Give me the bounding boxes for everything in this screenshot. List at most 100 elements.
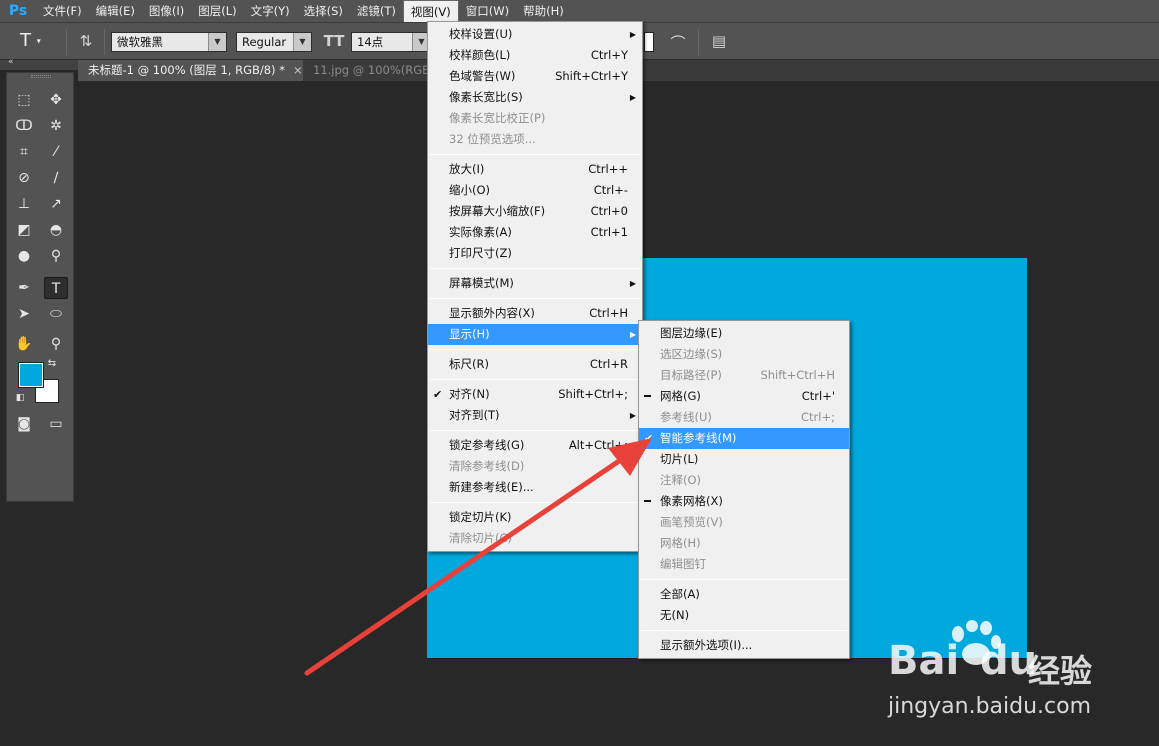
view-menu-item-label: 锁定切片(K) — [449, 510, 512, 524]
chevron-down-icon: ▼ — [208, 33, 226, 51]
move-tool-icon[interactable]: ✥ — [44, 89, 68, 111]
view-menu-item[interactable]: 显示(H) ▶ — [428, 324, 642, 345]
close-icon[interactable]: × — [293, 63, 303, 77]
swap-colors-icon[interactable]: ⇆ — [45, 357, 59, 371]
tab-11-jpg[interactable]: 11.jpg @ 100%(RGB/ — [303, 60, 444, 81]
menu-separator — [430, 502, 640, 503]
show-submenu-item-label: 网格(G) — [660, 389, 701, 403]
menu-filter[interactable]: 滤镜(T) — [350, 0, 403, 22]
show-submenu-item-label: 编辑图钉 — [660, 557, 706, 571]
menu-select[interactable]: 选择(S) — [297, 0, 350, 22]
hand-tool-icon[interactable]: ✋ — [12, 333, 36, 355]
view-menu-item[interactable]: 校样颜色(L) Ctrl+Y — [428, 45, 642, 66]
view-menu-item-shortcut: Ctrl+R — [589, 357, 628, 371]
show-submenu-item[interactable]: 全部(A) — [639, 584, 849, 605]
view-menu-item-label: 对齐(N) — [449, 387, 490, 401]
options-divider — [698, 29, 699, 55]
brush-tool-icon[interactable]: ∕ — [44, 167, 68, 189]
path-selection-tool-icon[interactable]: ➤ — [12, 303, 36, 325]
tools-panel-header[interactable]: « — [0, 57, 78, 70]
default-colors-icon[interactable]: ◧ — [13, 391, 27, 405]
collapse-icon[interactable]: « — [8, 57, 14, 67]
show-submenu-item[interactable]: 像素网格(X) — [639, 491, 849, 512]
healing-brush-tool-icon[interactable]: ⊘ — [12, 167, 36, 189]
view-menu-item[interactable]: 锁定切片(K) — [428, 507, 642, 528]
warp-text-icon[interactable]: ⌒ — [668, 32, 688, 52]
type-tool-icon[interactable]: T ▾ — [20, 30, 60, 51]
eyedropper-tool-icon[interactable]: ⁄ — [44, 141, 68, 163]
font-style-select[interactable]: Regular ▼ — [236, 32, 312, 52]
zoom-tool-icon[interactable]: ⚲ — [44, 333, 68, 355]
crop-tool-icon[interactable]: ⌗ — [12, 141, 36, 163]
view-menu-item-shortcut: Ctrl+H — [589, 306, 628, 320]
text-color-swatch[interactable] — [644, 32, 654, 52]
view-menu-item[interactable]: 实际像素(A) Ctrl+1 — [428, 222, 642, 243]
view-menu-item-label: 像素长宽比(S) — [449, 90, 523, 104]
view-menu-item[interactable]: 放大(I) Ctrl++ — [428, 159, 642, 180]
blur-tool-icon[interactable]: ● — [12, 245, 36, 267]
foreground-color-swatch[interactable] — [18, 362, 44, 388]
font-size-select[interactable]: 14点 ▼ — [351, 32, 431, 52]
view-menu-item[interactable]: 标尺(R) Ctrl+R — [428, 354, 642, 375]
view-menu-item[interactable]: 新建参考线(E)... — [428, 477, 642, 498]
show-submenu-item-shortcut: Ctrl+; — [801, 410, 835, 424]
view-menu-item-label: 缩小(O) — [449, 183, 491, 197]
view-menu-item[interactable]: 校样设置(U) ▶ — [428, 24, 642, 45]
lasso-tool-icon[interactable]: ↀ — [12, 115, 36, 137]
type-tool-icon[interactable]: T — [44, 277, 68, 299]
view-menu-item[interactable]: 像素长宽比(S) ▶ — [428, 87, 642, 108]
menu-view[interactable]: 视图(V) — [402, 0, 459, 22]
view-menu-item-label: 像素长宽比校正(P) — [449, 111, 546, 125]
view-menu-item[interactable]: 显示额外内容(X) Ctrl+H — [428, 303, 642, 324]
text-orientation-icon[interactable]: ⇅ — [76, 32, 96, 52]
view-menu-item[interactable]: 打印尺寸(Z) — [428, 243, 642, 264]
show-submenu-item[interactable]: 切片(L) — [639, 449, 849, 470]
character-panel-icon[interactable]: ▤ — [708, 32, 730, 52]
panel-grip[interactable] — [31, 75, 51, 78]
menu-image[interactable]: 图像(I) — [142, 0, 191, 22]
show-submenu-item: 网格(H) — [639, 533, 849, 554]
show-submenu-item-label: 智能参考线(M) — [660, 431, 737, 445]
view-menu-item[interactable]: 色域警告(W) Shift+Ctrl+Y — [428, 66, 642, 87]
pen-tool-icon[interactable]: ✒ — [12, 277, 36, 299]
show-submenu-item-label: 网格(H) — [660, 536, 701, 550]
view-menu-item[interactable]: 缩小(O) Ctrl+- — [428, 180, 642, 201]
tab-untitled-1[interactable]: 未标题-1 @ 100% (图层 1, RGB/8) * × — [78, 60, 303, 81]
magic-wand-tool-icon[interactable]: ✲ — [44, 115, 68, 137]
tools-grid: ⬚ ✥ ↀ ✲ ⌗ ⁄ ⊘ ∕ ⊥ ↗ ◩ ◓ ● ⚲ ✒ T ➤ ⬭ ✋ ⚲ … — [6, 72, 74, 502]
show-submenu-item[interactable]: ✔ 智能参考线(M) — [639, 428, 849, 449]
submenu-arrow-icon: ▶ — [629, 279, 636, 288]
baidu-jingyan-watermark: Bai du 经验 jingyan.baidu.com — [888, 620, 1148, 730]
menu-file[interactable]: 文件(F) — [36, 0, 89, 22]
screen-mode-icon[interactable]: ▭ — [44, 413, 68, 435]
menu-type[interactable]: 文字(Y) — [244, 0, 297, 22]
ellipse-tool-icon[interactable]: ⬭ — [44, 303, 68, 325]
view-menu-item-label: 实际像素(A) — [449, 225, 512, 239]
clone-stamp-tool-icon[interactable]: ⊥ — [12, 193, 36, 215]
show-submenu-item[interactable]: 显示额外选项(I)... — [639, 635, 849, 656]
font-family-select[interactable]: 微软雅黑 ▼ — [111, 32, 227, 52]
show-submenu-item[interactable]: 无(N) — [639, 605, 849, 626]
indeterminate-mark-icon — [644, 500, 651, 502]
view-menu-item[interactable]: 按屏幕大小缩放(F) Ctrl+0 — [428, 201, 642, 222]
paint-bucket-tool-icon[interactable]: ◓ — [44, 219, 68, 241]
view-menu-item[interactable]: 锁定参考线(G) Alt+Ctrl+; — [428, 435, 642, 456]
show-submenu-item[interactable]: 网格(G) Ctrl+' — [639, 386, 849, 407]
view-menu-item: 清除参考线(D) — [428, 456, 642, 477]
menu-window[interactable]: 窗口(W) — [459, 0, 516, 22]
show-submenu-item-label: 无(N) — [660, 608, 690, 622]
view-menu-item-label: 色域警告(W) — [449, 69, 516, 83]
menu-layer[interactable]: 图层(L) — [191, 0, 243, 22]
quick-mask-icon[interactable]: ◙ — [12, 413, 36, 435]
dodge-tool-icon[interactable]: ⚲ — [44, 245, 68, 267]
view-menu-item[interactable]: ✔ 对齐(N) Shift+Ctrl+; — [428, 384, 642, 405]
menu-help[interactable]: 帮助(H) — [516, 0, 571, 22]
watermark-brand: Bai — [888, 638, 960, 684]
view-menu-item[interactable]: 屏幕模式(M) ▶ — [428, 273, 642, 294]
history-brush-tool-icon[interactable]: ↗ — [44, 193, 68, 215]
menu-edit[interactable]: 编辑(E) — [89, 0, 142, 22]
show-submenu-item[interactable]: 图层边缘(E) — [639, 323, 849, 344]
eraser-tool-icon[interactable]: ◩ — [12, 219, 36, 241]
view-menu-item[interactable]: 对齐到(T) ▶ — [428, 405, 642, 426]
marquee-tool-icon[interactable]: ⬚ — [12, 89, 36, 111]
